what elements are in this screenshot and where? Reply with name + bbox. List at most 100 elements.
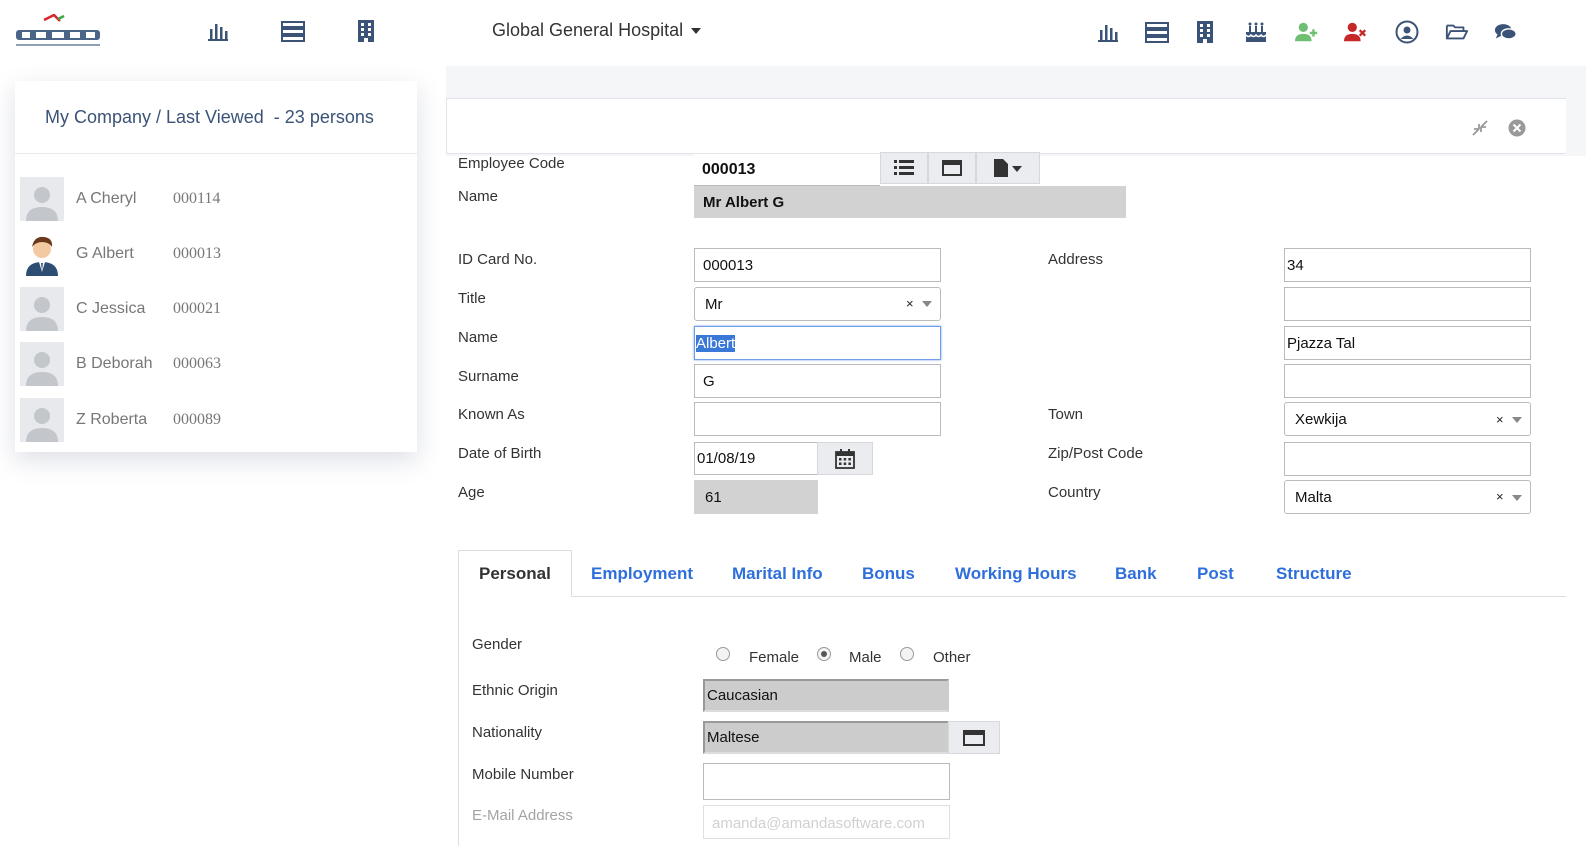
window-icon <box>963 729 985 746</box>
building-icon[interactable] <box>352 17 380 45</box>
person-code: 000089 <box>173 411 221 428</box>
minimize-icon[interactable] <box>1470 118 1490 138</box>
birthday-cake-icon[interactable] <box>1242 18 1270 46</box>
known-as-label: Known As <box>458 406 525 423</box>
window-button[interactable] <box>928 152 976 184</box>
avatar-placeholder-icon <box>20 177 64 221</box>
mobile-label: Mobile Number <box>472 766 574 783</box>
employee-code-label: Employee Code <box>458 155 565 172</box>
employee-code-field[interactable]: 000013 <box>694 154 880 186</box>
first-name-field[interactable]: Albert <box>694 326 941 360</box>
title-label: Title <box>458 290 486 307</box>
first-name-selected-text: Albert <box>696 334 736 352</box>
server-icon[interactable] <box>279 17 307 45</box>
surname-field[interactable]: G <box>694 364 941 398</box>
full-name-field: Mr Albert G <box>694 186 1126 218</box>
dropdown-pointer <box>356 68 382 81</box>
folder-open-icon[interactable] <box>1443 18 1471 46</box>
building-icon[interactable] <box>1191 18 1219 46</box>
tab-marital-info[interactable]: Marital Info <box>732 550 823 597</box>
person-code: 000021 <box>173 300 221 317</box>
first-name-label: Name <box>458 329 499 346</box>
user-plus-icon[interactable] <box>1293 18 1321 46</box>
gender-label: Gender <box>472 636 523 653</box>
clear-icon[interactable]: × <box>1496 412 1504 427</box>
clear-icon[interactable]: × <box>1496 489 1504 504</box>
window-icon <box>942 160 962 176</box>
mobile-field[interactable] <box>703 763 950 800</box>
email-field[interactable]: amanda@amandasoftware.com <box>703 805 950 839</box>
person-code: 000114 <box>173 190 221 207</box>
gender-other-radio[interactable] <box>900 647 914 661</box>
user-remove-icon[interactable] <box>1342 18 1370 46</box>
address-label: Address <box>1048 251 1104 268</box>
title-select[interactable]: Mr <box>694 287 941 321</box>
company-logo[interactable] <box>14 13 102 50</box>
tab-personal[interactable]: Personal <box>458 550 572 597</box>
country-label: Country <box>1048 484 1101 501</box>
avatar-placeholder-icon <box>20 342 64 386</box>
server-icon[interactable] <box>1143 18 1171 46</box>
dropdown-title-text: My Company / Last Viewed <box>45 107 264 127</box>
bar-chart-icon[interactable] <box>1094 18 1122 46</box>
document-menu-button[interactable] <box>976 152 1040 184</box>
tab-bank[interactable]: Bank <box>1115 550 1157 597</box>
zip-field[interactable] <box>1284 442 1531 476</box>
company-selector[interactable]: Global General Hospital <box>492 20 702 41</box>
email-label: E-Mail Address <box>472 807 573 824</box>
list-item[interactable]: C Jessica 000021 <box>20 285 410 333</box>
list-item[interactable]: B Deborah 000063 <box>20 340 410 388</box>
comments-icon[interactable] <box>1492 18 1520 46</box>
full-name-label: Name <box>458 188 499 205</box>
avatar-placeholder-icon <box>20 287 64 331</box>
nationality-label: Nationality <box>472 724 543 741</box>
chevron-down-icon[interactable] <box>1512 417 1522 423</box>
avatar-placeholder-icon <box>20 398 64 442</box>
list-view-button[interactable] <box>880 152 928 184</box>
gender-female-radio[interactable] <box>716 647 730 661</box>
gender-other-label: Other <box>933 649 971 666</box>
dob-field[interactable]: 01/08/19 <box>694 442 818 475</box>
ethnic-origin-label: Ethnic Origin <box>472 682 558 699</box>
close-icon[interactable] <box>1507 118 1527 138</box>
clear-icon[interactable]: × <box>906 296 914 311</box>
person-name: Z Roberta <box>76 411 148 428</box>
gender-male-radio[interactable] <box>817 647 831 661</box>
chevron-down-icon[interactable] <box>1512 495 1522 501</box>
chevron-down-icon[interactable] <box>922 301 932 307</box>
address-line4-field[interactable] <box>1284 364 1531 398</box>
list-icon <box>894 160 914 175</box>
tab-employment[interactable]: Employment <box>591 550 693 597</box>
dropdown-title: My Company / Last Viewed - 23 persons <box>45 107 374 128</box>
ethnic-origin-field: Caucasian <box>703 679 949 712</box>
country-value: Malta <box>1295 488 1332 506</box>
title-value: Mr <box>705 295 723 313</box>
tab-panel-border <box>458 596 459 846</box>
document-icon <box>994 159 1022 177</box>
avatar <box>20 232 64 276</box>
known-as-field[interactable] <box>694 402 941 436</box>
tab-bonus[interactable]: Bonus <box>862 550 915 597</box>
person-count: - 23 persons <box>273 107 374 127</box>
bar-chart-icon[interactable] <box>204 17 232 45</box>
id-card-label: ID Card No. <box>458 251 538 268</box>
address-line1-field[interactable]: 34 <box>1284 248 1531 282</box>
tab-working-hours[interactable]: Working Hours <box>955 550 1077 597</box>
user-circle-icon[interactable] <box>1393 18 1421 46</box>
list-item[interactable]: G Albert 000013 <box>20 230 410 278</box>
nationality-field: Maltese <box>703 721 949 754</box>
address-line3-field[interactable]: Pjazza Tal <box>1284 326 1531 360</box>
tab-post[interactable]: Post <box>1197 550 1234 597</box>
country-select[interactable]: Malta <box>1284 480 1531 514</box>
last-viewed-dropdown: My Company / Last Viewed - 23 persons A … <box>15 81 417 452</box>
date-picker-button[interactable] <box>817 442 873 475</box>
zip-label: Zip/Post Code <box>1048 445 1144 462</box>
chevron-down-icon <box>691 27 702 34</box>
tab-structure[interactable]: Structure <box>1276 550 1352 597</box>
address-line2-field[interactable] <box>1284 287 1531 321</box>
id-card-field[interactable]: 000013 <box>694 248 941 282</box>
town-select[interactable]: Xewkija <box>1284 402 1531 436</box>
list-item[interactable]: Z Roberta 000089 <box>20 396 410 444</box>
nationality-picker-button[interactable] <box>948 721 1000 754</box>
list-item[interactable]: A Cheryl 000114 <box>20 175 410 223</box>
